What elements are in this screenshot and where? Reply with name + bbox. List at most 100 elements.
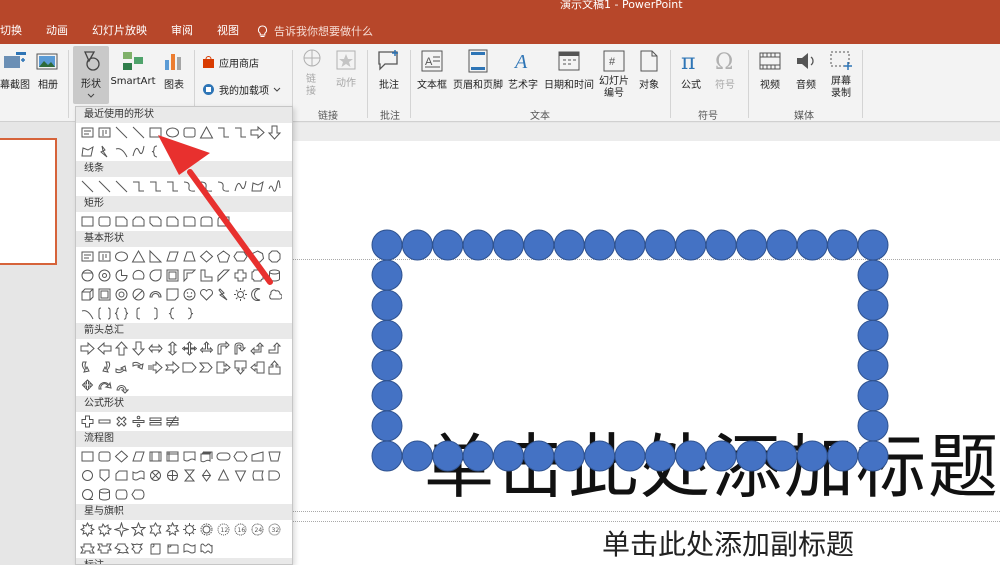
left-brace-shape-icon[interactable] bbox=[148, 144, 163, 159]
bead-circle[interactable] bbox=[675, 229, 707, 261]
tab-transitions[interactable]: 切换 bbox=[0, 20, 34, 42]
rectangle-shape-icon[interactable] bbox=[148, 125, 163, 140]
equation-button[interactable]: π 公式 bbox=[676, 48, 706, 91]
left-brace-shape-icon[interactable] bbox=[165, 306, 180, 321]
predefined-process-shape-icon[interactable] bbox=[148, 449, 163, 464]
rounded-rectangle-shape-icon[interactable] bbox=[97, 214, 112, 229]
elbow-double-arrow-shape-icon[interactable] bbox=[165, 179, 180, 194]
smiley-face-shape-icon[interactable] bbox=[182, 287, 197, 302]
sort-shape-icon[interactable] bbox=[199, 468, 214, 483]
decagon-shape-icon[interactable] bbox=[80, 268, 95, 283]
right-triangle-shape-icon[interactable] bbox=[148, 249, 163, 264]
left-arrow-callout-shape-icon[interactable] bbox=[250, 360, 265, 375]
screen-recording-button[interactable]: 屏幕 录制 bbox=[826, 48, 856, 100]
double-arrow-line-shape-icon[interactable] bbox=[114, 179, 129, 194]
bead-circle[interactable] bbox=[857, 440, 889, 472]
bead-frame-shape[interactable] bbox=[292, 123, 1000, 565]
parallelogram-shape-icon[interactable] bbox=[165, 249, 180, 264]
bead-circle[interactable] bbox=[371, 410, 403, 442]
heart-shape-icon[interactable] bbox=[199, 287, 214, 302]
chord-shape-icon[interactable] bbox=[131, 268, 146, 283]
bead-circle[interactable] bbox=[857, 229, 889, 261]
bead-circle[interactable] bbox=[371, 440, 403, 472]
connector-shape-icon[interactable] bbox=[80, 468, 95, 483]
star-32-point-shape-icon[interactable]: 32 bbox=[267, 522, 282, 537]
triangle-shape-icon[interactable] bbox=[199, 125, 214, 140]
off-page-connector-shape-icon[interactable] bbox=[97, 468, 112, 483]
left-right-arrow-shape-icon[interactable] bbox=[148, 341, 163, 356]
card-shape-icon[interactable] bbox=[114, 468, 129, 483]
star-6-point-shape-icon[interactable] bbox=[148, 522, 163, 537]
can-shape-icon[interactable] bbox=[267, 268, 282, 283]
plaque-shape-icon[interactable] bbox=[250, 268, 265, 283]
snip-round-rectangle-shape-icon[interactable] bbox=[165, 214, 180, 229]
line-arrow-shape-icon[interactable] bbox=[131, 125, 146, 140]
bead-circle[interactable] bbox=[371, 289, 403, 321]
round-corner-rectangle-shape-icon[interactable] bbox=[182, 214, 197, 229]
notched-right-arrow-shape-icon[interactable] bbox=[165, 360, 180, 375]
tab-slideshow[interactable]: 幻灯片放映 bbox=[80, 20, 159, 42]
double-brace-shape-icon[interactable] bbox=[114, 306, 129, 321]
diamond-shape-icon[interactable] bbox=[199, 249, 214, 264]
display-shape-icon[interactable] bbox=[131, 487, 146, 502]
bead-circle[interactable] bbox=[857, 319, 889, 351]
bent-arrow-shape-icon[interactable] bbox=[216, 341, 231, 356]
snip-diagonal-rectangle-shape-icon[interactable] bbox=[148, 214, 163, 229]
line-shape-icon[interactable] bbox=[114, 125, 129, 140]
heptagon-shape-icon[interactable] bbox=[250, 249, 265, 264]
bead-circle[interactable] bbox=[736, 229, 767, 261]
scribble-shape-icon[interactable] bbox=[267, 179, 282, 194]
cube-shape-icon[interactable] bbox=[80, 287, 95, 302]
my-addins-button[interactable]: 我的加载项 bbox=[202, 82, 281, 97]
left-bracket-shape-icon[interactable] bbox=[131, 306, 146, 321]
comment-button[interactable]: 批注 bbox=[374, 48, 404, 91]
hexagon-shape-icon[interactable] bbox=[233, 249, 248, 264]
star-7-point-shape-icon[interactable] bbox=[165, 522, 180, 537]
chart-button[interactable]: 图表 bbox=[160, 48, 188, 91]
not-equal-shape-icon[interactable] bbox=[165, 414, 180, 429]
pie-shape-icon[interactable] bbox=[114, 268, 129, 283]
line-arrow-shape-icon[interactable] bbox=[97, 179, 112, 194]
sequential-access-storage-shape-icon[interactable] bbox=[80, 487, 95, 502]
curved-arrow-shape-icon[interactable] bbox=[199, 179, 214, 194]
pentagon-arrow-shape-icon[interactable] bbox=[182, 360, 197, 375]
lightning-bolt-shape-icon[interactable] bbox=[216, 287, 231, 302]
tell-me-search[interactable]: 告诉我你想要做什么 bbox=[257, 23, 373, 39]
frame-shape-icon[interactable] bbox=[165, 268, 180, 283]
horizontal-scroll-shape-icon[interactable] bbox=[165, 541, 180, 556]
dodecagon-shape-icon[interactable] bbox=[97, 268, 112, 283]
oval-shape-icon[interactable] bbox=[114, 249, 129, 264]
up-arrow-callout-shape-icon[interactable] bbox=[267, 360, 282, 375]
vertical-textbox-shape-icon[interactable] bbox=[97, 249, 112, 264]
bead-circle[interactable] bbox=[401, 440, 433, 472]
process-shape-icon[interactable] bbox=[80, 449, 95, 464]
decision-shape-icon[interactable] bbox=[114, 449, 129, 464]
header-footer-button[interactable]: 页眉和页脚 bbox=[451, 48, 505, 91]
bead-circle[interactable] bbox=[584, 440, 616, 472]
elbow-connector-shape-icon[interactable] bbox=[131, 179, 146, 194]
curved-arrow-u-shape-icon[interactable] bbox=[114, 379, 129, 394]
preparation-shape-icon[interactable] bbox=[233, 449, 248, 464]
line-shape-icon[interactable] bbox=[80, 179, 95, 194]
freeform-shape-icon[interactable] bbox=[250, 179, 265, 194]
star-12-point-shape-icon[interactable]: 12 bbox=[216, 522, 231, 537]
bead-circle[interactable] bbox=[493, 440, 524, 472]
snip-same-side-rectangle-shape-icon[interactable] bbox=[131, 214, 146, 229]
vertical-scroll-shape-icon[interactable] bbox=[148, 541, 163, 556]
tab-view[interactable]: 视图 bbox=[205, 20, 251, 42]
pentagon-shape-icon[interactable] bbox=[216, 249, 231, 264]
bead-circle[interactable] bbox=[857, 289, 889, 321]
right-arrow-shape-icon[interactable] bbox=[80, 341, 95, 356]
left-arrow-shape-icon[interactable] bbox=[97, 341, 112, 356]
trapezoid-shape-icon[interactable] bbox=[182, 249, 197, 264]
lightning-shape-icon[interactable] bbox=[97, 144, 112, 159]
plus-shape-icon[interactable] bbox=[80, 414, 95, 429]
star-5-point-shape-icon[interactable] bbox=[131, 522, 146, 537]
sun-shape-icon[interactable] bbox=[233, 287, 248, 302]
bead-circle[interactable] bbox=[432, 229, 464, 261]
left-right-up-arrow-shape-icon[interactable] bbox=[199, 341, 214, 356]
moon-shape-icon[interactable] bbox=[250, 287, 265, 302]
bead-circle[interactable] bbox=[371, 259, 403, 291]
delay-shape-icon[interactable] bbox=[267, 468, 282, 483]
rounded-rectangle-shape-icon[interactable] bbox=[182, 125, 197, 140]
